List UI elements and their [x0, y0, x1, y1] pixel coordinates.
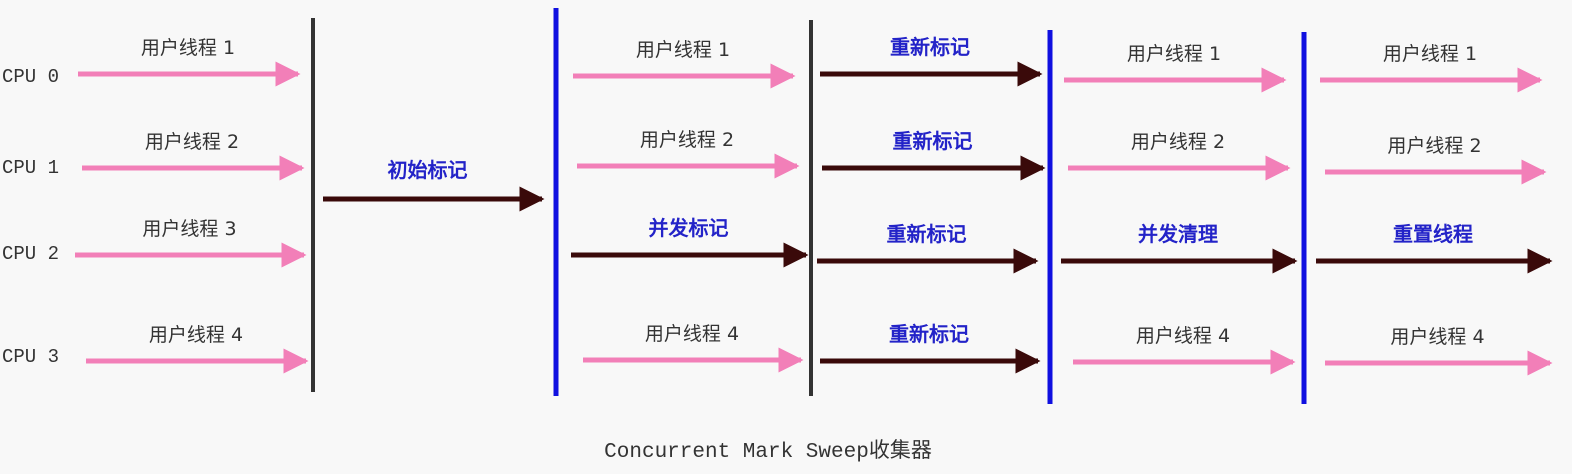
- label-remark-cpu2: 重新标记: [887, 222, 967, 246]
- label-concurrent-sweep-cpu0: 用户线程 1: [1127, 43, 1221, 65]
- label-user-1-cpu2: 用户线程 3: [142, 218, 236, 240]
- label-remark-cpu3: 重新标记: [889, 322, 969, 346]
- label-concurrent-mark-cpu2: 并发标记: [649, 216, 729, 240]
- label-concurrent-sweep-cpu1: 用户线程 2: [1131, 131, 1225, 153]
- label-reset-thread-cpu3: 用户线程 4: [1390, 326, 1484, 348]
- label-reset-thread-cpu1: 用户线程 2: [1387, 135, 1481, 157]
- cpu-label-1: CPU 1: [2, 157, 59, 179]
- label-user-1-cpu0: 用户线程 1: [141, 37, 235, 59]
- label-remark-cpu0: 重新标记: [890, 35, 970, 59]
- cpu-label-3: CPU 3: [2, 346, 59, 368]
- label-concurrent-mark-cpu0: 用户线程 1: [636, 39, 730, 61]
- cpu-labels: CPU 0 CPU 1 CPU 2 CPU 3: [2, 66, 59, 368]
- label-remark-cpu1: 重新标记: [893, 129, 973, 153]
- diagram-caption: Concurrent Mark Sweep收集器: [604, 439, 932, 464]
- label-concurrent-mark-cpu3: 用户线程 4: [645, 323, 739, 345]
- label-user-1-cpu1: 用户线程 2: [145, 131, 239, 153]
- cms-diagram: CPU 0 CPU 1 CPU 2 CPU 3 用户线程 1 用户线程 2 用户线程 3 用…: [0, 0, 1572, 474]
- label-reset-thread-cpu0: 用户线程 1: [1383, 43, 1477, 65]
- cpu-label-0: CPU 0: [2, 66, 59, 88]
- cpu-label-2: CPU 2: [2, 243, 59, 265]
- label-reset-thread-cpu2: 重置线程: [1393, 222, 1473, 246]
- label-concurrent-mark-cpu1: 用户线程 2: [640, 129, 734, 151]
- label-concurrent-sweep-cpu3: 用户线程 4: [1136, 325, 1230, 347]
- label-user-1-cpu3: 用户线程 4: [149, 324, 243, 346]
- label-concurrent-sweep-cpu2: 并发清理: [1138, 222, 1218, 246]
- cms-timeline-svg: CPU 0 CPU 1 CPU 2 CPU 3 用户线程 1 用户线程 2 用户线程 3 用…: [2, 8, 1553, 464]
- label-initial-mark: 初始标记: [388, 158, 468, 182]
